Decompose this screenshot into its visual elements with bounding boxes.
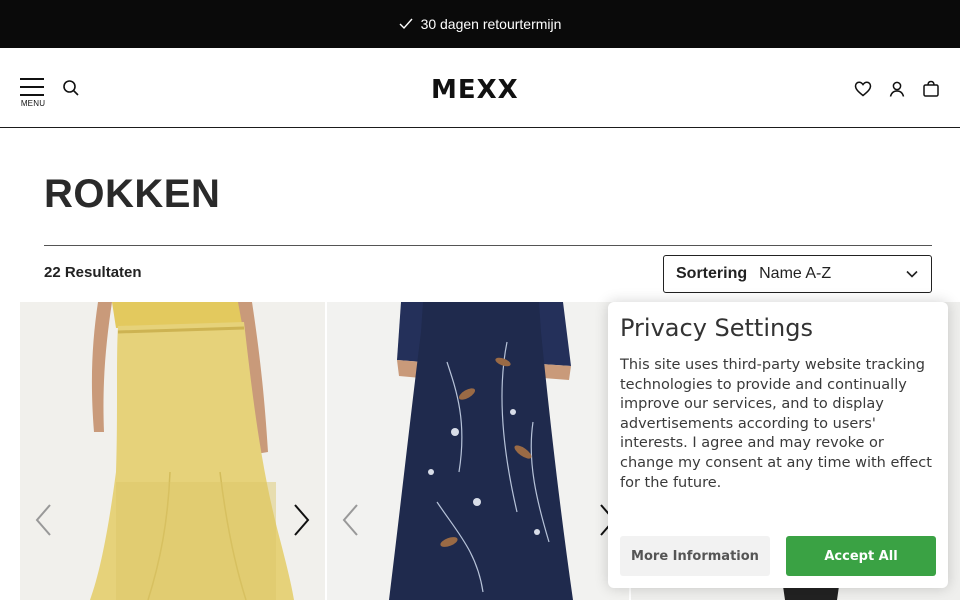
carousel-prev-arrow-icon[interactable] (341, 503, 361, 537)
mexx-logo[interactable]: MEXX (431, 75, 529, 105)
product-card[interactable] (327, 302, 629, 600)
page-title: ROKKEN (44, 172, 221, 216)
divider (44, 245, 932, 246)
carousel-next-arrow-icon[interactable] (291, 503, 311, 537)
sort-label: Sortering (676, 265, 748, 282)
search-icon[interactable] (62, 79, 80, 97)
site-header: MENU MEXX (0, 48, 960, 128)
sort-value: Name A-Z (759, 265, 832, 282)
more-information-button[interactable]: More Information (620, 536, 770, 576)
privacy-title: Privacy Settings (620, 314, 813, 342)
privacy-settings-dialog: Privacy Settings This site uses third-pa… (608, 302, 948, 588)
user-icon[interactable] (888, 80, 906, 98)
results-count: 22 Resultaten (44, 264, 142, 281)
accept-all-button[interactable]: Accept All (786, 536, 936, 576)
announcement-text: 30 dagen retourtermijn (420, 16, 562, 32)
product-card[interactable] (20, 302, 325, 600)
check-icon (399, 18, 413, 30)
product-image-navy-skirt (327, 302, 629, 600)
carousel-prev-arrow-icon[interactable] (34, 503, 54, 537)
heart-icon[interactable] (854, 80, 872, 98)
privacy-body: This site uses third-party website track… (620, 357, 932, 491)
hamburger-icon (20, 78, 46, 96)
sort-dropdown[interactable]: Sortering Name A-Z (663, 255, 932, 293)
menu-button[interactable]: MENU (20, 78, 46, 108)
bag-icon[interactable] (922, 80, 940, 98)
announcement-bar: 30 dagen retourtermijn (0, 0, 960, 48)
menu-label: MENU (20, 99, 46, 108)
product-image-yellow-skirt (20, 302, 325, 600)
chevron-down-icon (905, 267, 919, 286)
